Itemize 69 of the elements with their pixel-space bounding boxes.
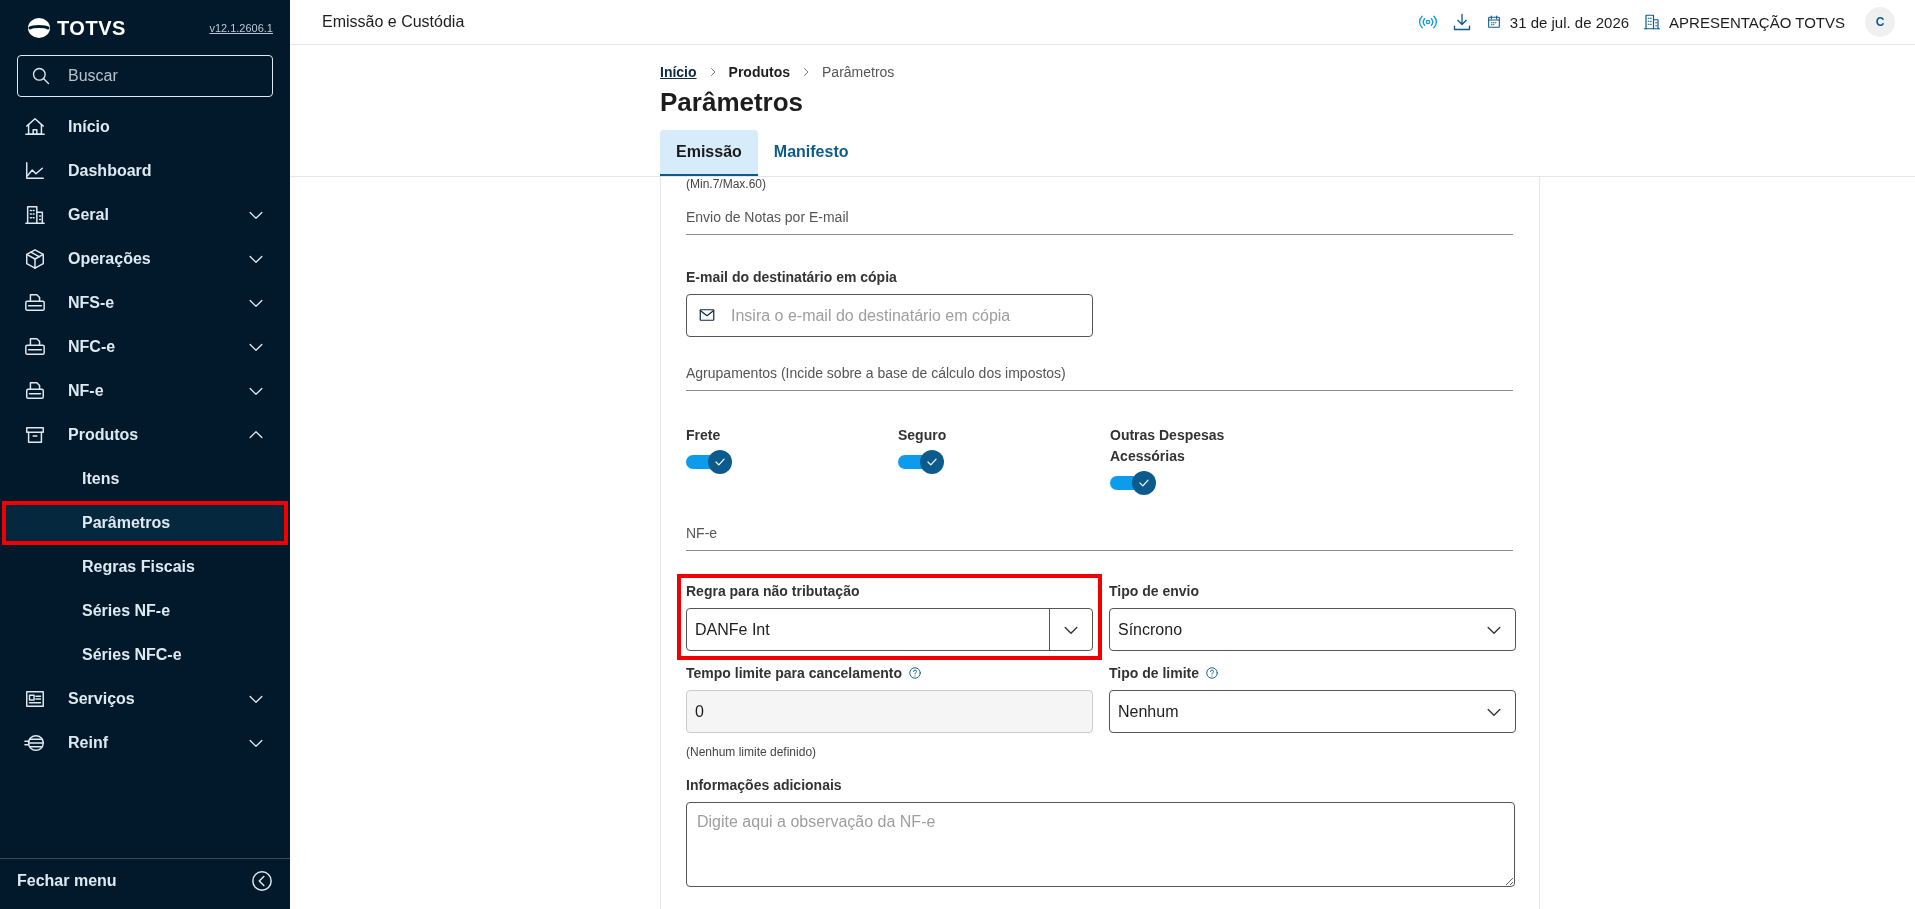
- sidebar-item[interactable]: Dashboard: [0, 149, 290, 193]
- field-label: Tipo de envio: [1109, 583, 1199, 599]
- sidebar-item[interactable]: Operações: [0, 237, 290, 281]
- globe-icon: [24, 732, 46, 754]
- select-field[interactable]: Síncrono: [1109, 608, 1516, 651]
- calendar-icon: [1485, 14, 1502, 30]
- envelope-icon: [698, 306, 716, 324]
- search-field[interactable]: Buscar: [17, 55, 273, 97]
- sidebar-subitem[interactable]: Itens: [2, 457, 288, 501]
- breadcrumb-item: Parâmetros: [822, 64, 895, 80]
- switch-label: Frete: [686, 426, 722, 445]
- house-icon: [24, 116, 46, 138]
- sidebar-subitem[interactable]: Séries NFC-e: [2, 633, 288, 677]
- sidebar-item[interactable]: Geral: [0, 193, 290, 237]
- printer-icon: [24, 336, 46, 358]
- toggle-switch[interactable]: [898, 450, 946, 474]
- sidebar-item[interactable]: Reinf: [0, 721, 290, 765]
- field-label: Tempo limite para cancelamento: [686, 665, 903, 681]
- toggle-switch[interactable]: [1110, 471, 1158, 495]
- collapse-icon: [251, 870, 273, 892]
- building-icon: [24, 204, 46, 226]
- company-text: APRESENTAÇÃO TOTVS: [1669, 13, 1845, 31]
- sidebar-item[interactable]: NF-e: [0, 369, 290, 413]
- user-avatar[interactable]: C: [1865, 7, 1895, 37]
- tab[interactable]: Emissão: [660, 130, 758, 176]
- printer-icon: [24, 292, 46, 314]
- close-menu-link[interactable]: Fechar menu: [17, 872, 117, 890]
- field-label: E-mail do destinatário em cópia: [686, 269, 898, 285]
- section-title: Envio de Notas por E-mail: [686, 191, 1513, 235]
- toggle-switch[interactable]: [686, 450, 734, 474]
- note-text: (Min.7/Max.60): [686, 177, 768, 191]
- download-button[interactable]: [1451, 12, 1472, 32]
- section-title: NF-e: [686, 507, 1513, 551]
- sidebar-item[interactable]: NFS-e: [0, 281, 290, 325]
- breadcrumb-link[interactable]: Início: [660, 64, 697, 80]
- version-link[interactable]: v12.1.2606.1: [209, 22, 273, 34]
- download-icon: [1451, 12, 1472, 32]
- archive-icon: [24, 424, 46, 446]
- sidebar-subitem[interactable]: Parâmetros: [2, 501, 288, 545]
- search-icon: [31, 66, 51, 86]
- sidebar-item[interactable]: Início: [0, 105, 290, 149]
- box-icon: [24, 248, 46, 270]
- line-chart-icon: [24, 160, 46, 182]
- brand-logo-text: TOTVS: [57, 16, 126, 40]
- field-label: Informações adicionais: [686, 777, 843, 793]
- sidebar-item[interactable]: NFC-e: [0, 325, 290, 369]
- sidebar-subitem[interactable]: Regras Fiscais: [2, 545, 288, 589]
- page-title: Parâmetros: [660, 87, 805, 118]
- logo-icon: [27, 16, 51, 40]
- breadcrumb-item[interactable]: Produtos: [728, 64, 790, 80]
- building-icon: [1643, 13, 1662, 31]
- printer-icon: [24, 380, 46, 402]
- app-title: Emissão e Custódia: [322, 13, 466, 31]
- section-title: Agrupamentos (Incide sobre a base de cálculo dos impostos): [686, 347, 1513, 391]
- sidebar-item[interactable]: Produtos: [0, 413, 290, 457]
- date-text: 31 de jul. de 2026: [1509, 13, 1630, 31]
- sidebar-item[interactable]: Serviços: [0, 677, 290, 721]
- field-label: Tipo de limite: [1109, 665, 1199, 681]
- hint-text: (Nenhum limite definido): [686, 745, 818, 759]
- switch-label: Outras Despesas Acessórias: [1110, 426, 1226, 466]
- select-field[interactable]: Nenhum: [1109, 690, 1516, 733]
- sidebar-subitem[interactable]: Séries NF-e: [2, 589, 288, 633]
- receipt-icon: [24, 688, 46, 710]
- textarea-field[interactable]: Digite aqui a observação da NF-e: [686, 802, 1515, 887]
- switch-label: Seguro: [898, 426, 948, 445]
- field-label: Regra para não tributação: [686, 583, 860, 599]
- select-field[interactable]: DANFe Int: [686, 608, 1093, 651]
- email-field[interactable]: Insira o e-mail do destinatário em cópia: [686, 294, 1093, 337]
- tab[interactable]: Manifesto: [757, 130, 865, 176]
